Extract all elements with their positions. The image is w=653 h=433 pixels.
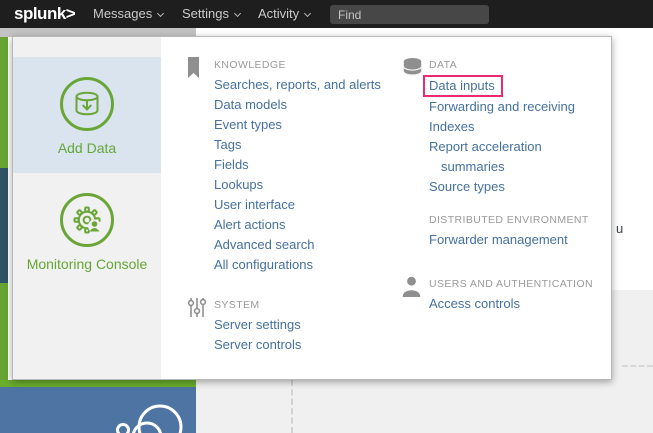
monitoring-console-icon xyxy=(60,193,114,247)
database-icon xyxy=(402,57,423,78)
background-content-white xyxy=(612,28,653,290)
chevron-down-icon xyxy=(234,10,241,17)
background-text-fragment: u xyxy=(616,221,623,236)
splunk-app-window: u splunk> Messages Settings Activity xyxy=(0,0,653,433)
section-data-header: DATA xyxy=(429,57,607,73)
section-users-and-authentication: USERS AND AUTHENTICATION Access controls xyxy=(429,276,607,314)
menu-link-indexes[interactable]: Indexes xyxy=(429,117,607,137)
monitoring-console-tile[interactable]: Monitoring Console xyxy=(13,173,161,379)
menu-link-source-types[interactable]: Source types xyxy=(429,177,607,197)
menu-link-data-models[interactable]: Data models xyxy=(214,95,414,115)
background-cloud-tile xyxy=(0,387,196,433)
monitoring-console-label: Monitoring Console xyxy=(13,256,161,272)
menu-link-tags[interactable]: Tags xyxy=(214,135,414,155)
background-teal-strip xyxy=(0,168,8,283)
splunk-logo[interactable]: splunk> xyxy=(14,4,75,24)
section-users-and-authentication-header: USERS AND AUTHENTICATION xyxy=(429,276,607,292)
section-knowledge: KNOWLEDGE Searches, reports, and alerts … xyxy=(214,57,414,275)
top-navigation-bar: splunk> Messages Settings Activity xyxy=(0,0,653,28)
menu-link-access-controls[interactable]: Access controls xyxy=(429,294,607,314)
background-green-strip-bottom xyxy=(0,283,8,380)
background-green-bar xyxy=(0,380,196,387)
menu-link-forwarding-and-receiving[interactable]: Forwarding and receiving xyxy=(429,97,607,117)
menu-link-server-settings[interactable]: Server settings xyxy=(214,315,414,335)
chevron-down-icon xyxy=(157,10,164,17)
menu-link-fields[interactable]: Fields xyxy=(214,155,414,175)
menu-activity[interactable]: Activity xyxy=(258,0,310,28)
menu-link-alert-actions[interactable]: Alert actions xyxy=(214,215,414,235)
menu-link-all-configurations[interactable]: All configurations xyxy=(214,255,414,275)
section-knowledge-header: KNOWLEDGE xyxy=(214,57,414,73)
background-dashed-divider-horizontal xyxy=(622,365,653,367)
background-green-strip-top xyxy=(0,37,8,168)
background-dashed-divider-vertical xyxy=(291,380,293,433)
add-data-icon xyxy=(60,77,114,131)
add-data-tile[interactable]: Add Data xyxy=(13,57,161,173)
menu-link-report-acceleration-summaries[interactable]: Report acceleration summaries xyxy=(429,137,607,177)
section-data: DATA Data inputs Forwarding and receivin… xyxy=(429,57,607,197)
menu-messages[interactable]: Messages xyxy=(93,0,163,28)
menu-link-user-interface[interactable]: User interface xyxy=(214,195,414,215)
user-icon xyxy=(402,276,421,297)
add-data-label: Add Data xyxy=(13,140,161,156)
menu-settings[interactable]: Settings xyxy=(182,0,240,28)
cloud-circles-icon xyxy=(0,387,196,433)
sliders-icon xyxy=(187,297,207,318)
menu-link-advanced-search[interactable]: Advanced search xyxy=(214,235,414,255)
chevron-down-icon xyxy=(304,10,311,17)
menu-link-event-types[interactable]: Event types xyxy=(214,115,414,135)
menu-link-server-controls[interactable]: Server controls xyxy=(214,335,414,355)
data-inputs-highlight-box: Data inputs xyxy=(423,75,503,97)
section-distributed-environment-header: DISTRIBUTED ENVIRONMENT xyxy=(429,212,607,228)
menu-link-data-inputs[interactable]: Data inputs xyxy=(429,75,607,97)
find-search-input[interactable] xyxy=(330,5,489,24)
section-distributed-environment: DISTRIBUTED ENVIRONMENT Forwarder manage… xyxy=(429,212,607,250)
settings-dropdown-panel: Add Data xyxy=(12,36,612,380)
menu-link-forwarder-management[interactable]: Forwarder management xyxy=(429,230,607,250)
menu-link-lookups[interactable]: Lookups xyxy=(214,175,414,195)
section-system: SYSTEM Server settings Server controls xyxy=(214,297,414,355)
settings-panel-left-column: Add Data xyxy=(13,37,161,379)
menu-link-searches-reports-alerts[interactable]: Searches, reports, and alerts xyxy=(214,75,414,95)
bookmark-icon xyxy=(187,57,200,79)
section-system-header: SYSTEM xyxy=(214,297,414,313)
